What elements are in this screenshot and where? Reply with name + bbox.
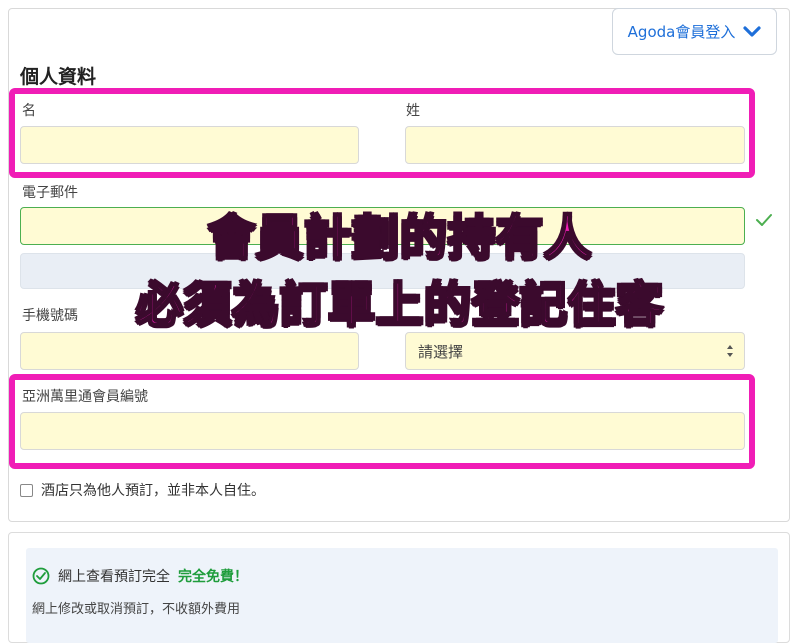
chevron-down-icon [743,25,761,37]
overlay-line-1: 會員計劃的持有人 [207,211,592,266]
country-code-select-value: 請選擇 [418,342,464,361]
overlay-line-2: 必須為訂單上的登記住客 [135,278,664,333]
benefit-modify-line: 網上修改或取消預訂，不收額外費用 [32,602,241,617]
booking-for-other-option[interactable]: 酒店只為他人預訂，並非本人自住。 [20,480,265,500]
country-code-select[interactable]: 請選擇 [405,332,745,370]
select-arrows-icon [727,345,733,357]
name-fields-highlight [9,88,755,178]
agoda-login-label: Agoda會員登入 [627,23,736,41]
benefits-panel [26,548,778,643]
booking-for-other-checkbox[interactable] [20,483,33,497]
booking-for-other-label: 酒店只為他人預訂，並非本人自住。 [41,483,265,499]
benefit-free-prefix: 網上查看預訂完全 [58,569,170,585]
benefit-free-highlight: 完全免費！ [178,569,248,585]
check-circle-icon [32,567,50,585]
email-label: 電子郵件 [22,185,78,201]
membership-field-highlight [9,374,755,469]
phone-input[interactable] [20,332,359,370]
benefit-free-line: 網上查看預訂完全 完全免費！ [32,566,248,586]
agoda-login-button[interactable]: Agoda會員登入 [612,8,777,55]
section-title: 個人資料 [20,66,97,88]
